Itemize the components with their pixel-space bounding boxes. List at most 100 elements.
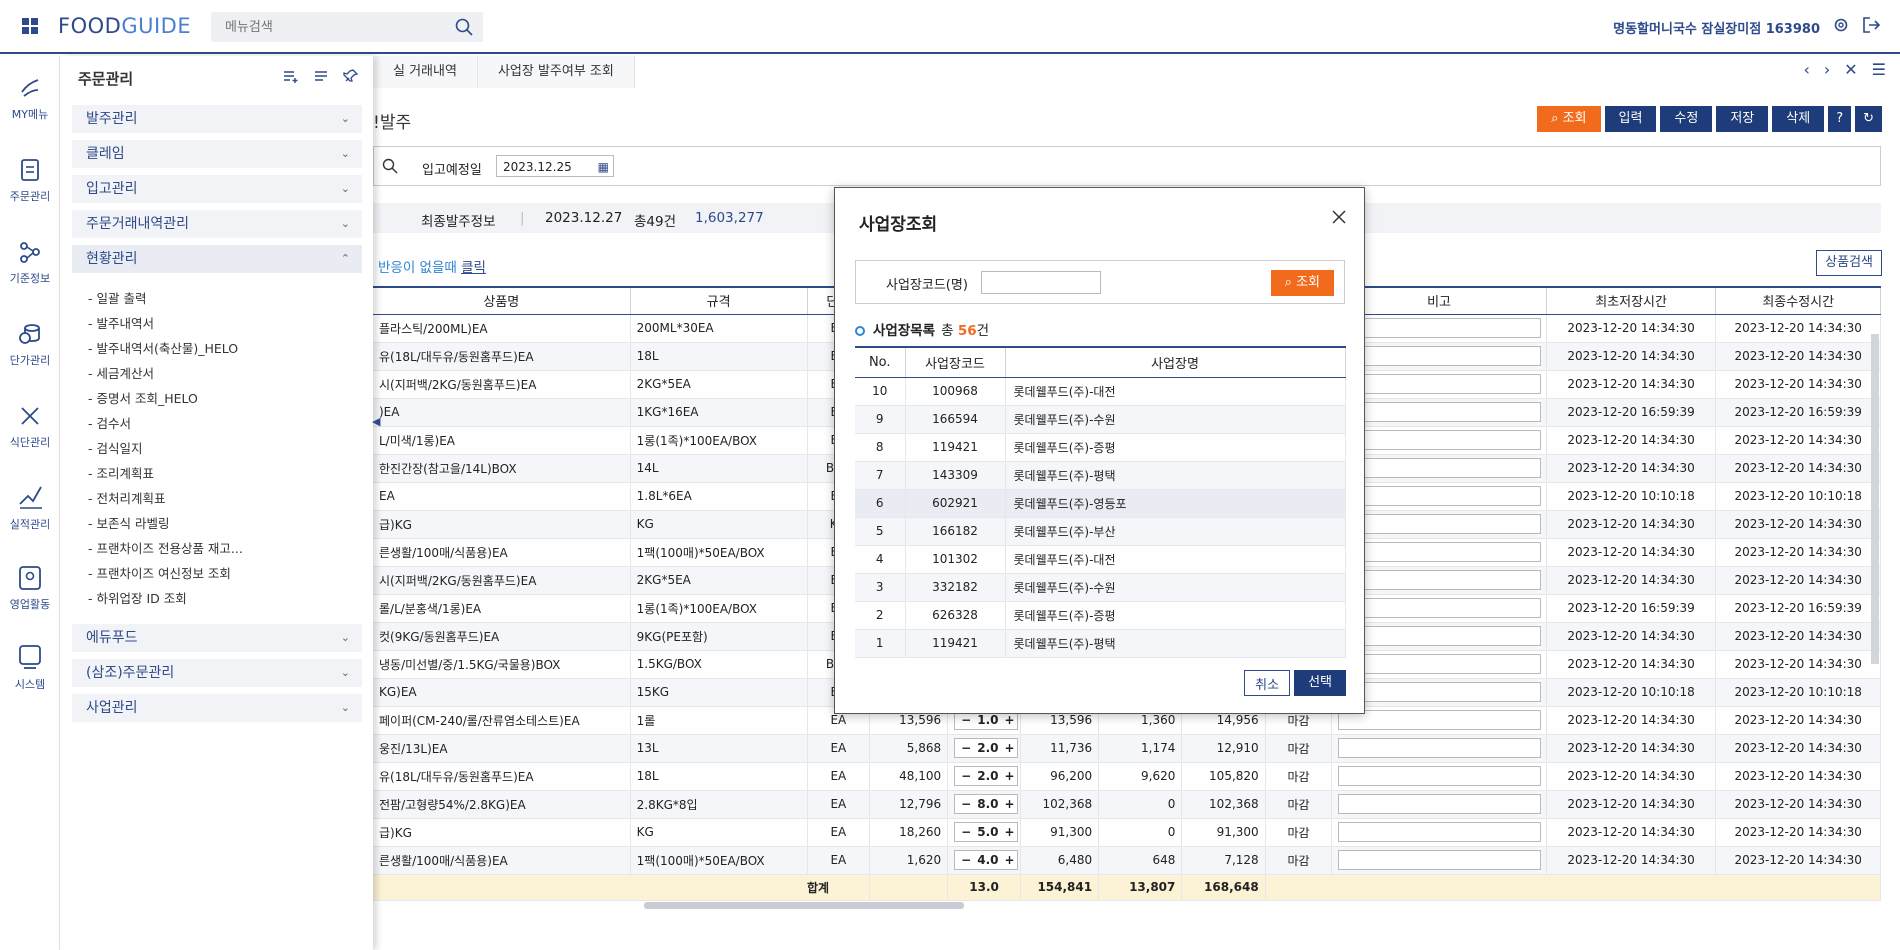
- sidebar-section-order-mgmt[interactable]: 발주관리 ⌄: [72, 105, 362, 133]
- col-header-site-code[interactable]: 사업장코드: [905, 346, 1006, 378]
- rail-item-price[interactable]: 단가관리: [0, 320, 60, 368]
- add-list-icon[interactable]: [283, 68, 299, 84]
- col-header-spec[interactable]: 규격: [630, 286, 808, 315]
- quantity-stepper[interactable]: −5.0 +: [954, 822, 1019, 842]
- site-list-row[interactable]: 6 602921 롯데웰푸드(주)-영등포: [855, 489, 1346, 518]
- site-list-row[interactable]: 2 626328 롯데웰푸드(주)-증평: [855, 601, 1346, 630]
- minus-icon[interactable]: −: [961, 769, 971, 783]
- sidebar-item-order-statement-livestock[interactable]: - 발주내역서(축산물)_HELO: [88, 338, 238, 357]
- sidebar-section-claim[interactable]: 클레임 ⌄: [72, 140, 362, 168]
- remark-input[interactable]: [1338, 654, 1542, 674]
- quantity-stepper[interactable]: −2.0 +: [954, 766, 1019, 786]
- hint-click-link[interactable]: 클릭: [461, 260, 486, 276]
- pin-icon[interactable]: [343, 68, 359, 84]
- list-icon[interactable]: [313, 68, 329, 84]
- sidebar-item-franchise-stock[interactable]: - 프랜차이즈 전용상품 재고...: [88, 538, 243, 557]
- sidebar-item-sub-site-id[interactable]: - 하위업장 ID 조회: [88, 588, 187, 607]
- minus-icon[interactable]: −: [961, 797, 971, 811]
- menu-search-input[interactable]: [211, 12, 431, 42]
- refresh-button[interactable]: ↻: [1855, 106, 1882, 132]
- minus-icon[interactable]: −: [961, 741, 971, 755]
- sidebar-item-order-statement[interactable]: - 발주내역서: [88, 313, 154, 332]
- minus-icon[interactable]: −: [961, 713, 971, 727]
- remark-input[interactable]: [1338, 598, 1542, 618]
- remark-input[interactable]: [1338, 710, 1542, 730]
- col-header-no[interactable]: No.: [855, 346, 906, 378]
- sidebar-item-tasting-log[interactable]: - 검식일지: [88, 438, 142, 457]
- edit-button[interactable]: 수정: [1660, 106, 1713, 132]
- col-header-site-name[interactable]: 사업장명: [1005, 346, 1346, 378]
- plus-icon[interactable]: +: [1004, 853, 1014, 867]
- delete-button[interactable]: 삭제: [1772, 106, 1825, 132]
- scroll-thumb[interactable]: [644, 902, 964, 909]
- site-list-row[interactable]: 5 166182 롯데웰푸드(주)-부산: [855, 517, 1346, 546]
- remark-input[interactable]: [1338, 542, 1542, 562]
- remark-input[interactable]: [1338, 486, 1542, 506]
- plus-icon[interactable]: +: [1004, 741, 1014, 755]
- sidebar-item-cooking-plan[interactable]: - 조리계획표: [88, 463, 154, 482]
- table-row[interactable]: 유(18L/대두유/동원홈푸드)EA 18L EA 48,100−2.0 +96,200…: [373, 762, 1881, 791]
- select-button[interactable]: 선택: [1294, 670, 1346, 696]
- sidebar-item-certificate[interactable]: - 증명서 조회_HELO: [88, 388, 198, 407]
- sidebar-item-prep-plan[interactable]: - 전처리계획표: [88, 488, 165, 507]
- site-list-row[interactable]: 1 119421 롯데웰푸드(주)-평택: [855, 629, 1346, 658]
- plus-icon[interactable]: +: [1004, 797, 1014, 811]
- search-icon[interactable]: [455, 18, 473, 36]
- table-row[interactable]: 웅진/13L)EA 13L EA 5,868−2.0 +11,736 1,174 12,91…: [373, 734, 1881, 763]
- remark-input[interactable]: [1338, 374, 1542, 394]
- remark-input[interactable]: [1338, 430, 1542, 450]
- sidebar-item-batch-print[interactable]: - 일괄 출력: [88, 288, 146, 307]
- col-header-modified[interactable]: 최종수정시간: [1715, 286, 1881, 315]
- delivery-date-input[interactable]: 2023.12.25 ▦: [496, 155, 614, 177]
- site-code-input[interactable]: [981, 271, 1101, 294]
- sidebar-item-inspection[interactable]: - 검수서: [88, 413, 131, 432]
- tab-real-transactions[interactable]: 실 거래내역: [373, 56, 478, 88]
- sidebar-item-preserved-label[interactable]: - 보존식 라벨링: [88, 513, 169, 532]
- logo[interactable]: FOODGUIDE: [58, 14, 191, 38]
- remark-input[interactable]: [1338, 682, 1542, 702]
- table-row[interactable]: 른생활/100매/식품용)EA 1팩(100매)*50EA/BOX EA 1,620−…: [373, 846, 1881, 875]
- close-icon[interactable]: [1330, 208, 1348, 226]
- sidebar-section-order-history[interactable]: 주문거래내역관리 ⌄: [72, 210, 362, 238]
- sidebar-item-tax-invoice[interactable]: - 세금계산서: [88, 363, 154, 382]
- sidebar-item-franchise-credit[interactable]: - 프랜차이즈 여신정보 조회: [88, 563, 231, 582]
- search-button[interactable]: ⌕ 조회: [1537, 106, 1601, 132]
- sidebar-section-business[interactable]: 사업관리 ⌄: [72, 694, 362, 722]
- sidebar-section-receiving[interactable]: 입고관리 ⌄: [72, 175, 362, 203]
- remark-input[interactable]: [1338, 458, 1542, 478]
- table-row[interactable]: 전팜/고형량54%/2.8KG)EA 2.8KG*8입 EA 12,796−8.0 +1…: [373, 790, 1881, 819]
- rail-item-meal[interactable]: 식단관리: [0, 402, 60, 450]
- input-button[interactable]: 입력: [1604, 106, 1657, 132]
- help-button[interactable]: ?: [1828, 106, 1852, 132]
- cancel-button[interactable]: 취소: [1244, 670, 1291, 696]
- quantity-stepper[interactable]: −2.0 +: [954, 738, 1019, 758]
- quantity-stepper[interactable]: −8.0 +: [954, 794, 1019, 814]
- rail-item-order[interactable]: 주문관리: [0, 156, 60, 204]
- plus-icon[interactable]: +: [1004, 713, 1014, 727]
- remark-input[interactable]: [1338, 794, 1542, 814]
- remark-input[interactable]: [1338, 766, 1542, 786]
- remark-input[interactable]: [1338, 514, 1542, 534]
- apps-grid-icon[interactable]: [22, 18, 38, 34]
- chevron-right-icon[interactable]: ›: [1824, 60, 1830, 79]
- col-header-product[interactable]: 상품명: [373, 286, 631, 315]
- rail-item-performance[interactable]: 실적관리: [0, 480, 60, 532]
- save-button[interactable]: 저장: [1716, 106, 1769, 132]
- remark-input[interactable]: [1338, 570, 1542, 590]
- rail-item-sales[interactable]: 영업활동: [0, 562, 60, 612]
- menu-list-icon[interactable]: ☰: [1872, 60, 1886, 79]
- collapse-left-icon[interactable]: ◀: [372, 415, 380, 428]
- col-header-created[interactable]: 최초저장시간: [1546, 286, 1717, 315]
- plus-icon[interactable]: +: [1004, 825, 1014, 839]
- site-list-row[interactable]: 7 143309 롯데웰푸드(주)-평택: [855, 461, 1346, 490]
- gear-icon[interactable]: [1832, 16, 1850, 34]
- sidebar-section-edufood[interactable]: 에듀푸드 ⌄: [72, 624, 362, 652]
- horizontal-scrollbar[interactable]: [620, 900, 1850, 910]
- remark-input[interactable]: [1338, 346, 1542, 366]
- site-list-row[interactable]: 8 119421 롯데웰푸드(주)-증평: [855, 433, 1346, 462]
- chevron-left-icon[interactable]: ‹: [1803, 60, 1809, 79]
- minus-icon[interactable]: −: [961, 853, 971, 867]
- site-list-row[interactable]: 9 166594 롯데웰푸드(주)-수원: [855, 405, 1346, 434]
- sidebar-section-samjo[interactable]: (삼조)주문관리 ⌄: [72, 659, 362, 687]
- calendar-icon[interactable]: ▦: [598, 156, 609, 178]
